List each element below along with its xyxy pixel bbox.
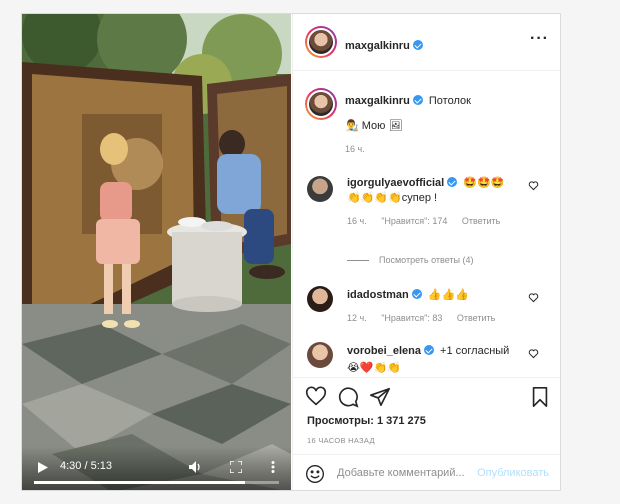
- video-frame[interactable]: [22, 14, 291, 491]
- comment-avatar[interactable]: [307, 176, 333, 202]
- comment-item: igorgulyaevofficial 🤩🤩🤩👏👏👏👏супер ! 16 ч.…: [347, 176, 517, 226]
- fullscreen-icon: [230, 461, 242, 473]
- comment-text-line: igorgulyaevofficial 🤩🤩🤩👏👏👏👏супер !: [347, 176, 517, 206]
- view-replies-label: Посмотреть ответы (4): [379, 255, 474, 265]
- emoji-icon[interactable]: [305, 464, 325, 484]
- bookmark-icon[interactable]: [529, 386, 551, 408]
- video-progress-bar[interactable]: [34, 481, 279, 484]
- comment-meta: 16 ч. "Нравится": 174 Ответить: [347, 216, 517, 226]
- view-replies-button[interactable]: Посмотреть ответы (4): [347, 255, 474, 265]
- video-controls: 4:30 / 5:13: [22, 446, 291, 490]
- comment-icon[interactable]: [337, 386, 359, 408]
- fullscreen-button[interactable]: [227, 458, 245, 476]
- post-sidebar: maxgalkinru ··· maxgalkinru Потолок 👨‍🎨 …: [292, 14, 560, 490]
- comment-time: 12 ч.: [347, 313, 367, 323]
- comments-list: maxgalkinru Потолок 👨‍🎨 Мою 🖼 16 ч. igor…: [293, 72, 560, 377]
- verified-icon: [412, 40, 423, 50]
- caption-username[interactable]: maxgalkinru: [345, 95, 410, 107]
- video-player[interactable]: 4:30 / 5:13: [22, 14, 291, 491]
- caption-time: 16 ч.: [345, 144, 365, 154]
- comment-item: idadostman 👍👍👍 12 ч. "Нравится": 83 Отве…: [347, 288, 517, 323]
- comment-time: 16 ч.: [347, 216, 367, 226]
- comment-username[interactable]: igorgulyaevofficial: [347, 177, 444, 189]
- add-comment-section: Опубликовать: [293, 454, 560, 490]
- author-username[interactable]: maxgalkinru: [345, 40, 410, 52]
- post-timestamp[interactable]: 16 ЧАСОВ НАЗАД: [307, 436, 375, 445]
- caption-line2: 👨‍🎨 Мою 🖼: [345, 120, 403, 132]
- comment-text: +1 согласный: [440, 345, 510, 357]
- comment-username[interactable]: vorobei_elena: [347, 345, 421, 357]
- reply-button[interactable]: Ответить: [457, 313, 495, 323]
- more-options-button[interactable]: ···: [530, 31, 549, 47]
- reply-button[interactable]: Ответить: [462, 216, 500, 226]
- verified-icon: [411, 289, 422, 299]
- share-icon[interactable]: [369, 386, 391, 408]
- video-progress-fill: [34, 481, 246, 484]
- play-icon: [38, 461, 48, 473]
- verified-icon: [447, 177, 458, 187]
- comment-text-line: idadostman 👍👍👍: [347, 288, 517, 303]
- action-bar: [293, 377, 560, 413]
- more-vertical-icon: [271, 461, 275, 473]
- like-comment-icon[interactable]: [528, 348, 539, 359]
- play-button[interactable]: [34, 458, 52, 476]
- publish-button[interactable]: Опубликовать: [477, 467, 549, 479]
- comment-text-line: vorobei_elena +1 согласный: [347, 344, 522, 359]
- comment-avatar[interactable]: [307, 286, 333, 312]
- video-more-button[interactable]: [264, 458, 282, 476]
- author-name-wrap: maxgalkinru: [345, 36, 423, 54]
- volume-button[interactable]: [187, 458, 205, 476]
- verified-icon: [423, 345, 434, 355]
- volume-icon: [189, 461, 200, 473]
- comment-likes[interactable]: "Нравится": 174: [381, 216, 447, 226]
- comment-username[interactable]: idadostman: [347, 289, 409, 301]
- caption-avatar[interactable]: [305, 88, 337, 120]
- author-avatar[interactable]: [305, 26, 337, 58]
- instagram-post: 4:30 / 5:13 maxgalkinru ··· maxgalkinru …: [21, 13, 561, 491]
- caption-text-line: maxgalkinru Потолок: [345, 94, 545, 109]
- caption: maxgalkinru Потолок 👨‍🎨 Мою 🖼 16 ч.: [345, 94, 545, 154]
- comment-input[interactable]: [337, 467, 492, 479]
- caption-text: Потолок: [428, 95, 471, 107]
- comment-text: 👍👍👍: [427, 289, 469, 301]
- like-comment-icon[interactable]: [528, 180, 539, 191]
- comment-line2: 😭❤️👏👏: [347, 362, 401, 374]
- verified-icon: [412, 95, 423, 105]
- comment-avatar[interactable]: [307, 342, 333, 368]
- view-replies-line: [347, 259, 369, 261]
- comment-meta: 12 ч. "Нравится": 83 Ответить: [347, 313, 517, 323]
- view-count[interactable]: Просмотры: 1 371 275: [307, 415, 426, 427]
- comment-item: vorobei_elena +1 согласный 😭❤️👏👏: [347, 344, 522, 376]
- comment-likes[interactable]: "Нравится": 83: [381, 313, 442, 323]
- video-time: 4:30 / 5:13: [60, 460, 112, 472]
- like-comment-icon[interactable]: [528, 292, 539, 303]
- post-header: maxgalkinru ···: [293, 14, 560, 71]
- like-icon[interactable]: [305, 386, 327, 408]
